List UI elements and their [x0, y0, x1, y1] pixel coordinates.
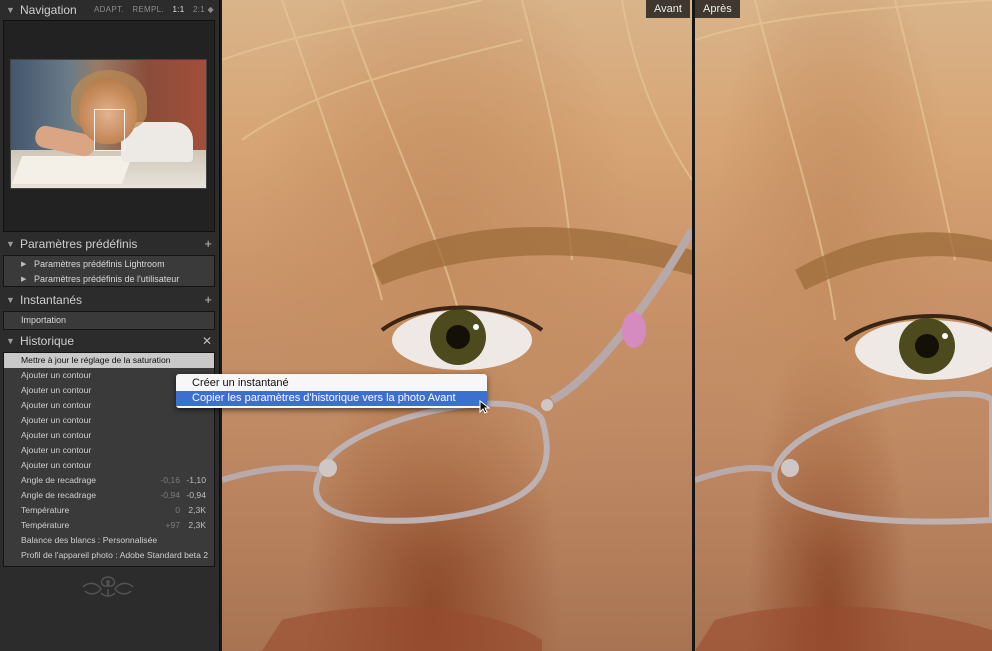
history-new-value: -0,94	[186, 490, 206, 500]
history-new-value: 2,3K	[188, 505, 206, 515]
after-label: Après	[695, 0, 740, 18]
history-item-6[interactable]: Ajouter un contour	[4, 443, 214, 458]
history-item-5[interactable]: Ajouter un contour	[4, 428, 214, 443]
snapshots-title: Instantanés	[20, 293, 83, 307]
collapse-triangle-icon[interactable]: ▼	[6, 234, 15, 254]
history-item-10[interactable]: Température 0 2,3K	[4, 503, 214, 518]
collapse-triangle-icon[interactable]: ▼	[6, 290, 15, 310]
zoom-options: ADAPT. REMPL. 1:1 2:1 ◆	[88, 0, 214, 20]
clear-history-icon[interactable]: ✕	[202, 331, 212, 351]
navigation-title: Navigation	[20, 3, 77, 17]
collapse-triangle-icon[interactable]: ▼	[6, 0, 15, 20]
before-label: Avant	[646, 0, 690, 18]
panel-end-ornament-icon	[82, 576, 134, 597]
history-item-8[interactable]: Angle de recadrage -0,16 -1,10	[4, 473, 214, 488]
left-panel: ▼ Navigation ADAPT. REMPL. 1:1 2:1 ◆ ▼ P…	[0, 0, 220, 651]
snapshots-header[interactable]: ▼ Instantanés +	[0, 290, 220, 310]
zoom-option-2to1[interactable]: 2:1 ◆	[193, 5, 214, 14]
history-header[interactable]: ▼ Historique ✕	[0, 331, 220, 351]
zoom-option-fill[interactable]: REMPL.	[132, 5, 164, 14]
history-item-13[interactable]: Profil de l'appareil photo : Adobe Stand…	[4, 548, 214, 563]
history-old-value: 0	[175, 505, 180, 515]
after-photo[interactable]	[695, 0, 992, 651]
history-old-value: -0,94	[160, 490, 180, 500]
snapshot-item[interactable]: Importation	[4, 313, 214, 328]
preset-folder-lightroom[interactable]: ▶ Paramètres prédéfinis Lightroom	[4, 257, 214, 272]
history-title: Historique	[20, 334, 75, 348]
presets-header[interactable]: ▼ Paramètres prédéfinis +	[0, 234, 220, 254]
history-item-9[interactable]: Angle de recadrage -0,94 -0,94	[4, 488, 214, 503]
menu-item-create-snapshot[interactable]: Créer un instantané	[176, 376, 487, 391]
add-preset-icon[interactable]: +	[204, 234, 212, 254]
history-item-4[interactable]: Ajouter un contour	[4, 413, 214, 428]
menu-item-copy-history-to-before[interactable]: Copier les paramètres d'historique vers …	[176, 391, 487, 406]
history-new-value: -1,10	[186, 475, 206, 485]
history-old-value: -0,16	[160, 475, 180, 485]
navigation-header[interactable]: ▼ Navigation ADAPT. REMPL. 1:1 2:1 ◆	[0, 0, 220, 20]
history-new-value: 2,3K	[188, 520, 206, 530]
add-snapshot-icon[interactable]: +	[204, 290, 212, 310]
collapse-triangle-icon[interactable]: ▼	[6, 331, 15, 351]
zoom-option-1to1[interactable]: 1:1	[172, 5, 184, 14]
history-context-menu: Créer un instantané Copier les paramètre…	[176, 374, 487, 408]
preset-folder-user[interactable]: ▶ Paramètres prédéfinis de l'utilisateur	[4, 272, 214, 287]
expand-triangle-icon[interactable]: ▶	[21, 272, 26, 287]
after-photo-drawing	[695, 0, 992, 651]
expand-triangle-icon[interactable]: ▶	[21, 257, 26, 272]
history-item-7[interactable]: Ajouter un contour	[4, 458, 214, 473]
presets-list: ▶ Paramètres prédéfinis Lightroom ▶ Para…	[3, 255, 215, 287]
history-item-11[interactable]: Température +97 2,3K	[4, 518, 214, 533]
snapshots-list: Importation	[3, 311, 215, 330]
zoom-option-fit[interactable]: ADAPT.	[94, 5, 124, 14]
before-photo-drawing	[222, 0, 692, 651]
history-old-value: +97	[165, 520, 180, 530]
mouse-pointer-icon	[479, 400, 491, 414]
presets-title: Paramètres prédéfinis	[20, 237, 138, 251]
zoom-region-rectangle[interactable]	[94, 109, 125, 151]
before-photo[interactable]	[222, 0, 692, 651]
history-item-0[interactable]: Mettre à jour le réglage de la saturatio…	[4, 353, 214, 368]
history-item-12[interactable]: Balance des blancs : Personnalisée	[4, 533, 214, 548]
